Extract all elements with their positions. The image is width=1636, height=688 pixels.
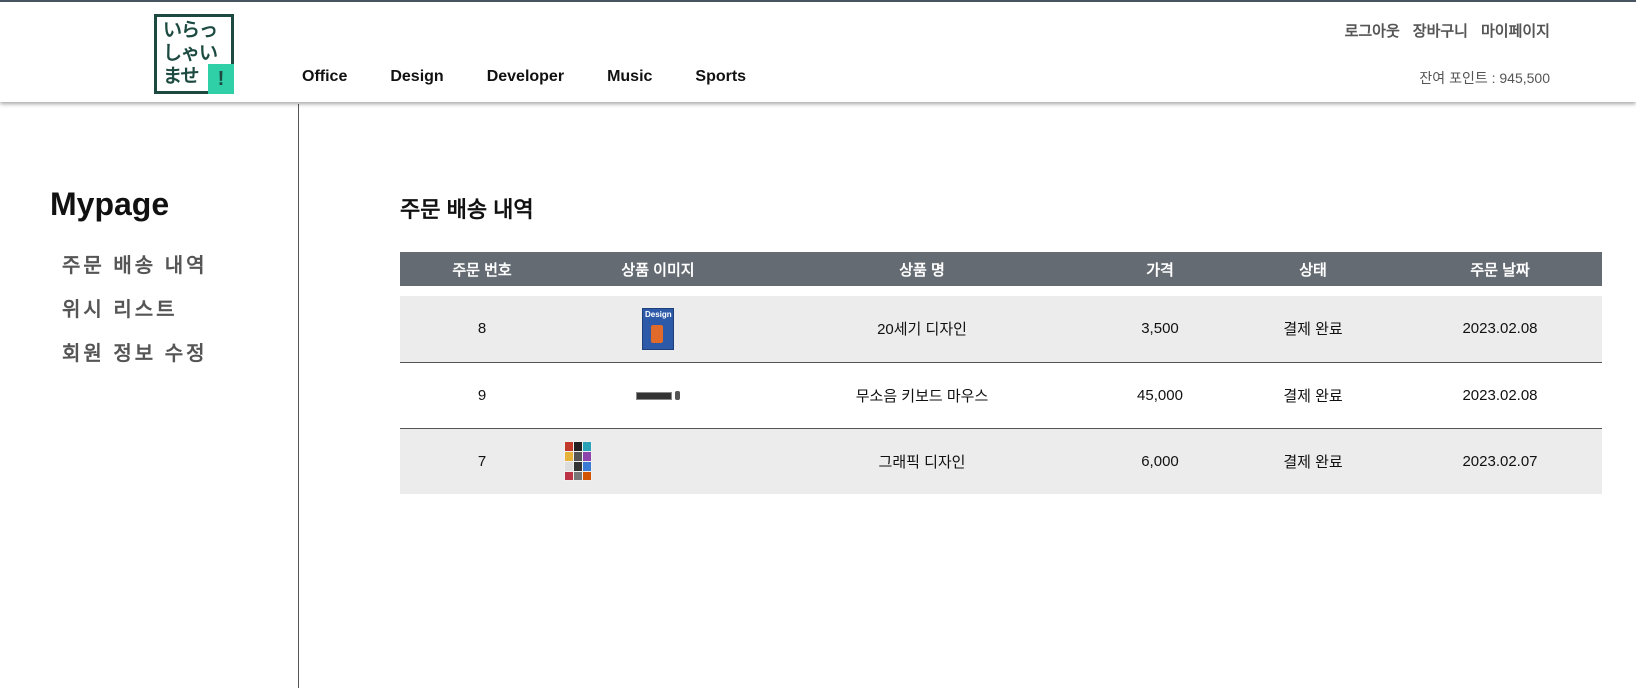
site-logo[interactable]: いらっ しゃい ませ ! (154, 14, 234, 94)
orders-table: 주문 번호 상품 이미지 상품 명 가격 상태 주문 날짜 8 Design 2… (400, 252, 1602, 494)
logo-line-2: しゃい (163, 42, 218, 64)
col-order-no: 주문 번호 (400, 252, 564, 286)
price-cell: 45,000 (1092, 362, 1228, 429)
cart-link[interactable]: 장바구니 (1413, 20, 1468, 41)
header-spacer (400, 286, 1602, 296)
col-image: 상품 이미지 (564, 252, 752, 286)
nav-design[interactable]: Design (390, 68, 443, 86)
col-name: 상품 명 (752, 252, 1092, 286)
logo-exclamation: ! (208, 64, 234, 94)
page-title: 주문 배송 내역 (400, 197, 534, 222)
table-row[interactable]: 7 그래픽 디자인 6,000 결제 완료 2023.02.07 (400, 428, 1602, 494)
user-links: 로그아웃 장바구니 마이페이지 (1345, 20, 1550, 41)
graphic-design-book-thumbnail[interactable] (564, 441, 592, 482)
price-cell: 3,500 (1092, 296, 1228, 363)
nav-music[interactable]: Music (607, 68, 652, 86)
product-name-cell[interactable]: 그래픽 디자인 (752, 428, 1092, 494)
date-cell: 2023.02.07 (1398, 428, 1602, 494)
order-no-cell: 8 (400, 296, 564, 363)
mypage-sidebar: Mypage 주문 배송 내역 위시 리스트 회원 정보 수정 (0, 104, 299, 688)
status-cell: 결제 완료 (1228, 296, 1398, 363)
table-row[interactable]: 8 Design 20세기 디자인 3,500 결제 완료 2023.02.08 (400, 296, 1602, 363)
status-cell: 결제 완료 (1228, 428, 1398, 494)
price-cell: 6,000 (1092, 428, 1228, 494)
sidebar-menu: 주문 배송 내역 위시 리스트 회원 정보 수정 (62, 244, 208, 376)
nav-developer[interactable]: Developer (487, 68, 564, 86)
keyboard-mouse-thumbnail[interactable] (636, 390, 680, 401)
col-price: 가격 (1092, 252, 1228, 286)
sidebar-title: Mypage (50, 186, 170, 222)
design-book-thumbnail[interactable]: Design (642, 307, 674, 350)
sidebar-item-orders[interactable]: 주문 배송 내역 (62, 244, 208, 288)
remaining-points: 잔여 포인트 : 945,500 (1419, 70, 1550, 86)
col-date: 주문 날짜 (1398, 252, 1602, 286)
nav-office[interactable]: Office (302, 68, 347, 86)
table-header-row: 주문 번호 상품 이미지 상품 명 가격 상태 주문 날짜 (400, 252, 1602, 286)
table-row[interactable]: 9 무소음 키보드 마우스 45,000 결제 완료 2023.02.08 (400, 362, 1602, 429)
image-cell (564, 428, 752, 494)
nav-sports[interactable]: Sports (695, 68, 746, 86)
status-cell: 결제 완료 (1228, 362, 1398, 429)
logout-link[interactable]: 로그아웃 (1345, 20, 1400, 41)
product-name-cell[interactable]: 무소음 키보드 마우스 (752, 362, 1092, 429)
image-cell (564, 362, 752, 429)
logo-line-1: いらっ (163, 19, 218, 41)
date-cell: 2023.02.08 (1398, 362, 1602, 429)
order-no-cell: 9 (400, 362, 564, 429)
site-header: いらっ しゃい ませ ! Office Design Developer Mus… (0, 2, 1636, 102)
image-cell: Design (564, 296, 752, 363)
order-no-cell: 7 (400, 428, 564, 494)
date-cell: 2023.02.08 (1398, 296, 1602, 363)
sidebar-item-edit-profile[interactable]: 회원 정보 수정 (62, 332, 208, 376)
mypage-link[interactable]: 마이페이지 (1481, 20, 1550, 41)
category-nav: Office Design Developer Music Sports (302, 68, 789, 86)
sidebar-item-wishlist[interactable]: 위시 리스트 (62, 288, 208, 332)
product-name-cell[interactable]: 20세기 디자인 (752, 296, 1092, 363)
col-status: 상태 (1228, 252, 1398, 286)
